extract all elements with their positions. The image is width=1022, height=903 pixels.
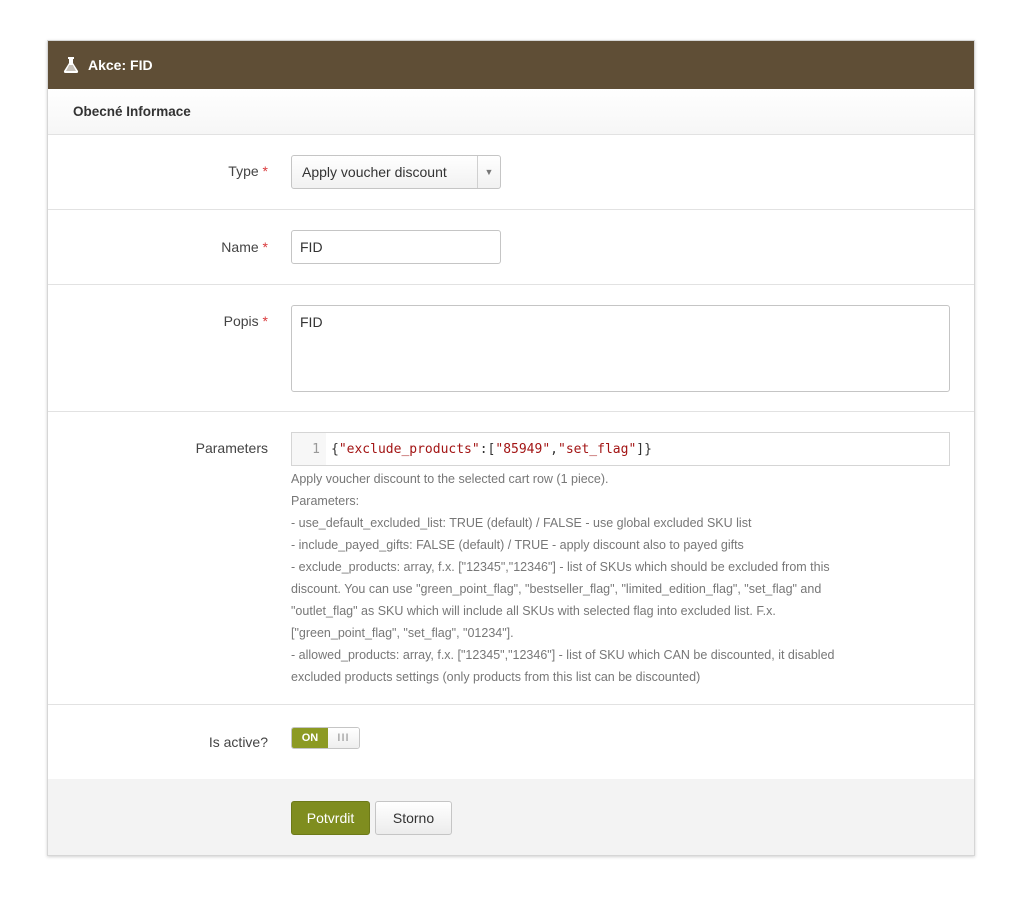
name-label: Name * (221, 239, 268, 255)
panel-title: Akce: FID (88, 57, 153, 73)
name-row: Name * FID (48, 210, 974, 285)
help-line: Apply voucher discount to the selected c… (291, 472, 609, 486)
help-line: - use_default_excluded_list: TRUE (defau… (291, 516, 752, 530)
type-select-value: Apply voucher discount (302, 164, 447, 180)
type-label: Type * (228, 163, 268, 179)
parameters-field: 1 {"exclude_products":["85949","set_flag… (291, 432, 950, 688)
parameters-row: Parameters 1 {"exclude_products":["85949… (48, 412, 974, 705)
toggle-on[interactable]: ON (292, 728, 328, 748)
code-line[interactable]: {"exclude_products":["85949","set_flag"]… (326, 442, 652, 457)
type-select[interactable]: Apply voucher discount ▼ (291, 155, 501, 189)
required-mark: * (262, 163, 268, 179)
parameters-help: Apply voucher discount to the selected c… (291, 468, 911, 688)
is-active-label: Is active? (208, 734, 268, 750)
popis-row: Popis * FID (48, 285, 974, 412)
submit-button[interactable]: Potvrdit (291, 801, 370, 835)
line-number: 1 (292, 433, 326, 465)
help-line: "outlet_flag" as SKU which will include … (291, 604, 776, 618)
is-active-toggle[interactable]: ON III (291, 727, 360, 749)
help-line: - exclude_products: array, f.x. ["12345"… (291, 560, 830, 574)
flask-icon (62, 56, 80, 74)
required-mark: * (262, 239, 268, 255)
type-row: Type * Apply voucher discount ▼ (48, 135, 974, 210)
help-line: ["green_point_flag", "set_flag", "01234"… (291, 626, 514, 640)
popis-label: Popis * (223, 313, 268, 329)
help-line: Parameters: (291, 494, 360, 508)
action-panel: Akce: FID Obecné Informace Type * Apply … (47, 40, 975, 856)
help-line: - include_payed_gifts: FALSE (default) /… (291, 538, 744, 552)
cancel-button[interactable]: Storno (375, 801, 452, 835)
chevron-down-icon[interactable]: ▼ (477, 156, 500, 188)
popis-textarea[interactable]: FID (291, 305, 950, 392)
parameters-code-editor[interactable]: 1 {"exclude_products":["85949","set_flag… (291, 432, 950, 466)
name-input[interactable]: FID (291, 230, 501, 264)
required-mark: * (262, 313, 268, 329)
help-line: excluded products settings (only product… (291, 670, 701, 684)
parameters-label: Parameters (195, 440, 268, 456)
help-line: - allowed_products: array, f.x. ["12345"… (291, 648, 835, 662)
is-active-row: Is active? ON III (48, 705, 974, 779)
help-line: discount. You can use "green_point_flag"… (291, 582, 822, 596)
form-footer: Potvrdit Storno (48, 779, 974, 855)
toggle-off[interactable]: III (328, 728, 359, 748)
section-title: Obecné Informace (48, 89, 974, 135)
panel-header: Akce: FID (48, 41, 974, 89)
